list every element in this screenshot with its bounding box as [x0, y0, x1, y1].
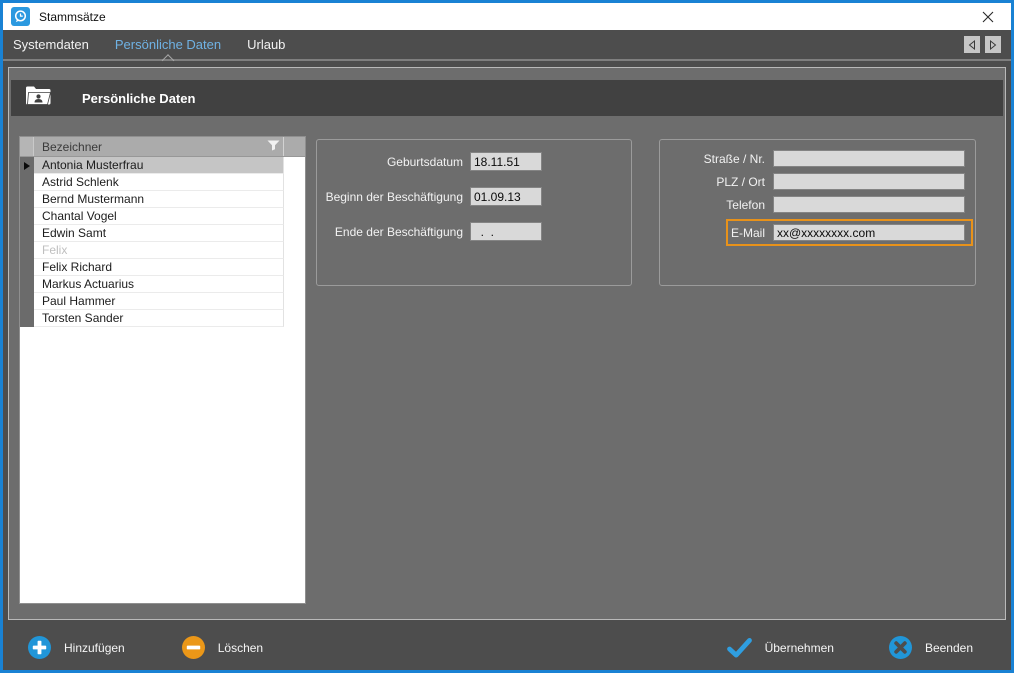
- row-label: Chantal Vogel: [34, 208, 284, 225]
- city-label: PLZ / Ort: [716, 175, 765, 189]
- city-field[interactable]: [773, 173, 965, 190]
- section-header: Persönliche Daten: [11, 80, 1003, 116]
- main-area: Persönliche Daten Bezeichner: [3, 61, 1011, 625]
- list-header-cell[interactable]: Bezeichner: [34, 137, 284, 156]
- tab-systemdaten[interactable]: Systemdaten: [13, 31, 89, 58]
- street-field[interactable]: [773, 150, 965, 167]
- street-label: Straße / Nr.: [704, 152, 765, 166]
- employee-list: Bezeichner Antonia Musterfrau: [19, 136, 306, 604]
- list-header-row: Bezeichner: [20, 137, 305, 157]
- row-gutter: [20, 225, 34, 242]
- content-panel: Persönliche Daten Bezeichner: [8, 67, 1006, 620]
- apply-button-label: Übernehmen: [765, 641, 834, 655]
- add-button[interactable]: Hinzufügen: [28, 636, 125, 659]
- email-highlight-box: E-Mail: [726, 219, 973, 246]
- row-label: Felix: [34, 242, 284, 259]
- list-header-filler: [284, 137, 305, 156]
- birthdate-field[interactable]: [470, 152, 542, 171]
- list-header-gutter: [20, 137, 34, 156]
- tab-urlaub[interactable]: Urlaub: [247, 31, 285, 58]
- employment-end-label: Ende der Beschäftigung: [317, 225, 463, 239]
- apply-check-icon: [727, 638, 752, 658]
- exit-button[interactable]: Beenden: [889, 636, 973, 659]
- row-label: Felix Richard: [34, 259, 284, 276]
- employment-end-field[interactable]: [470, 222, 542, 241]
- close-window-icon[interactable]: [971, 4, 1005, 29]
- row-gutter: [20, 174, 34, 191]
- tab-persoenliche-daten[interactable]: Persönliche Daten: [115, 31, 221, 58]
- delete-button[interactable]: Löschen: [182, 636, 263, 659]
- row-gutter: [20, 310, 34, 327]
- stammsaetze-window: Stammsätze Systemdaten Persönliche Daten…: [0, 0, 1014, 673]
- row-label: Edwin Samt: [34, 225, 284, 242]
- selected-row-marker-icon: [24, 162, 30, 170]
- row-gutter: [20, 157, 34, 174]
- row-label: Paul Hammer: [34, 293, 284, 310]
- list-item-torsten-sander[interactable]: Torsten Sander: [20, 310, 305, 327]
- row-gutter: [20, 259, 34, 276]
- list-header-label: Bezeichner: [42, 140, 102, 154]
- row-label: Antonia Musterfrau: [34, 157, 284, 174]
- list-item-chantal-vogel[interactable]: Chantal Vogel: [20, 208, 305, 225]
- email-field[interactable]: [773, 224, 965, 241]
- email-label: E-Mail: [731, 226, 765, 240]
- exit-button-label: Beenden: [925, 641, 973, 655]
- birthdate-label: Geburtsdatum: [317, 155, 463, 169]
- employment-start-label: Beginn der Beschäftigung: [317, 190, 463, 204]
- bottom-action-bar: Hinzufügen Löschen Übernehmen: [3, 625, 1011, 670]
- list-item-paul-hammer[interactable]: Paul Hammer: [20, 293, 305, 310]
- list-item-edwin-samt[interactable]: Edwin Samt: [20, 225, 305, 242]
- tab-scroll-left-icon[interactable]: [964, 36, 980, 53]
- list-item-antonia-musterfrau[interactable]: Antonia Musterfrau: [20, 157, 305, 174]
- row-label: Astrid Schlenk: [34, 174, 284, 191]
- folder-person-icon: [25, 85, 52, 111]
- delete-button-label: Löschen: [218, 641, 263, 655]
- list-item-bernd-mustermann[interactable]: Bernd Mustermann: [20, 191, 305, 208]
- tab-scroll-right-icon[interactable]: [985, 36, 1001, 53]
- tab-bar: Systemdaten Persönliche Daten Urlaub: [3, 30, 1011, 61]
- phone-field[interactable]: [773, 196, 965, 213]
- contact-group: Straße / Nr. PLZ / Ort Telefon E-Mail: [659, 139, 976, 286]
- row-label: Markus Actuarius: [34, 276, 284, 293]
- list-item-markus-actuarius[interactable]: Markus Actuarius: [20, 276, 305, 293]
- delete-minus-icon: [182, 636, 205, 659]
- title-bar: Stammsätze: [3, 3, 1011, 30]
- phone-label: Telefon: [726, 198, 765, 212]
- exit-x-icon: [889, 636, 912, 659]
- list-item-astrid-schlenk[interactable]: Astrid Schlenk: [20, 174, 305, 191]
- employment-group: Geburtsdatum Beginn der Beschäftigung En…: [316, 139, 632, 286]
- row-gutter: [20, 276, 34, 293]
- filter-funnel-icon[interactable]: [267, 140, 280, 154]
- row-gutter: [20, 242, 34, 259]
- app-clock-icon: [11, 7, 30, 26]
- row-gutter: [20, 208, 34, 225]
- row-label: Bernd Mustermann: [34, 191, 284, 208]
- employment-start-field[interactable]: [470, 187, 542, 206]
- add-plus-icon: [28, 636, 51, 659]
- section-title: Persönliche Daten: [82, 91, 195, 106]
- window-title: Stammsätze: [39, 10, 106, 24]
- row-label: Torsten Sander: [34, 310, 284, 327]
- add-button-label: Hinzufügen: [64, 641, 125, 655]
- apply-button[interactable]: Übernehmen: [727, 638, 834, 658]
- row-gutter: [20, 191, 34, 208]
- list-item-felix[interactable]: Felix: [20, 242, 305, 259]
- tab-scroll-arrows: [964, 36, 1001, 53]
- row-gutter: [20, 293, 34, 310]
- list-item-felix-richard[interactable]: Felix Richard: [20, 259, 305, 276]
